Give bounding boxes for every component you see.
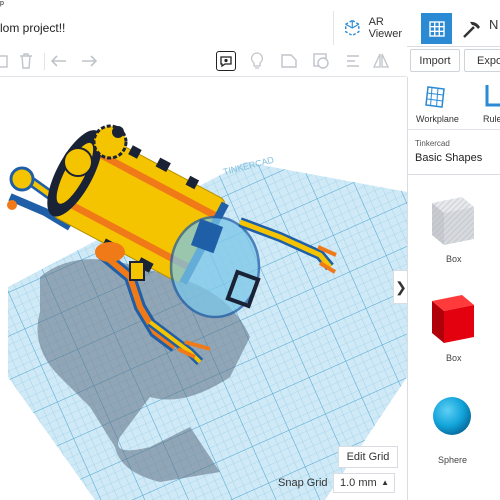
snap-grid-select[interactable]: 1.0 mm ▲	[333, 473, 395, 493]
lightbulb-icon	[251, 52, 263, 69]
pickaxe-icon	[462, 21, 480, 38]
mirror-icon	[372, 53, 390, 68]
shape-library: Box Box Sphere	[408, 175, 500, 500]
redo-button[interactable]	[80, 52, 98, 70]
undo-button[interactable]	[50, 52, 68, 70]
shape-outline-icon	[281, 54, 297, 68]
edit-toolbar	[0, 46, 407, 77]
ruler-icon	[485, 85, 500, 107]
undo-arrow-icon	[50, 55, 66, 67]
align-icon	[347, 55, 359, 67]
shape-label: Sphere	[438, 455, 468, 465]
grid-icon	[428, 20, 445, 37]
shapes-panel: Workplane Rule Tinkercad Basic Shapes Bo…	[407, 77, 500, 500]
speech-bubble-icon	[220, 56, 232, 68]
ar-viewer-button[interactable]: AR Viewer	[333, 11, 417, 45]
caret-up-icon: ▲	[381, 478, 389, 487]
category-name: Basic Shapes	[415, 152, 483, 164]
workplane-label: Workplane	[416, 114, 459, 124]
workplane-button[interactable]: Workplane	[414, 83, 459, 127]
shape-outline-button[interactable]	[280, 52, 298, 70]
shape-box-red[interactable]: Box	[408, 273, 500, 368]
project-title[interactable]: lom project!!	[0, 21, 65, 35]
copy-icon	[0, 55, 8, 68]
shape-label: Box	[446, 353, 462, 363]
import-button[interactable]: Import	[410, 49, 460, 72]
ar-viewer-label: AR Viewer	[368, 16, 403, 40]
workplane-scene: TINKERCAD	[7, 124, 407, 500]
snap-grid-value: 1.0 mm	[340, 477, 377, 489]
mirror-button[interactable]	[372, 52, 390, 70]
toolbar-divider	[44, 53, 45, 70]
redo-arrow-icon	[82, 55, 98, 67]
notes-button[interactable]	[216, 51, 236, 71]
light-button[interactable]	[248, 52, 266, 70]
delete-button[interactable]	[17, 52, 35, 70]
shape-box-gray[interactable]: Box	[408, 175, 500, 270]
box-shape-icon	[432, 197, 474, 245]
3d-workspace[interactable]: TINKERCAD	[0, 77, 407, 500]
title-bar: p lom project!! AR Viewer N	[0, 0, 500, 47]
box-shape-icon	[432, 295, 474, 343]
panel-tools: Workplane Rule	[408, 77, 500, 130]
panel-collapse-button[interactable]: ❯	[393, 270, 408, 304]
shape-category-select[interactable]: Tinkercad Basic Shapes	[408, 130, 500, 175]
trash-icon	[20, 53, 32, 69]
sphere-shape-icon	[433, 397, 471, 435]
snap-grid-label: Snap Grid	[278, 477, 328, 489]
workplane-icon	[425, 86, 445, 108]
ar-cube-icon	[345, 19, 360, 37]
shape-label: Box	[446, 254, 462, 264]
export-button[interactable]: Expo	[464, 49, 500, 72]
align-button[interactable]	[344, 52, 362, 70]
blocks-view-button[interactable]	[456, 13, 487, 44]
ruler-button[interactable]: Rule	[480, 83, 500, 127]
design-view-button[interactable]	[421, 13, 452, 44]
ruler-label: Rule	[483, 114, 500, 124]
shape-solid-icon	[313, 53, 329, 69]
copy-button[interactable]	[0, 52, 12, 70]
shape-solid-button[interactable]	[312, 52, 330, 70]
shape-sphere[interactable]: Sphere	[408, 371, 500, 471]
category-source: Tinkercad	[415, 139, 450, 148]
notifications-button[interactable]: N	[489, 17, 498, 32]
breadcrumb: p	[0, 0, 4, 7]
edit-grid-button[interactable]: Edit Grid	[338, 446, 398, 468]
